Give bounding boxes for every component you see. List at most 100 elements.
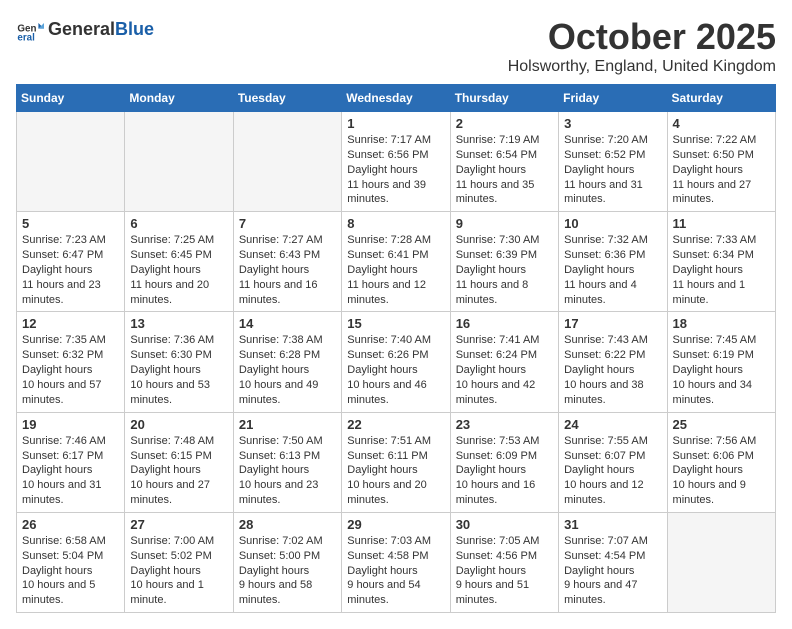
day-number: 22 xyxy=(347,417,444,432)
day-info: Sunrise: 7:36 AMSunset: 6:30 PMDaylight … xyxy=(130,333,227,407)
day-info: Sunrise: 7:38 AMSunset: 6:28 PMDaylight … xyxy=(239,333,336,407)
day-info: Sunrise: 7:30 AMSunset: 6:39 PMDaylight … xyxy=(456,233,553,307)
calendar-cell xyxy=(125,112,233,212)
weekday-header: Friday xyxy=(559,85,667,112)
calendar-week-row: 19 Sunrise: 7:46 AMSunset: 6:17 PMDayligh… xyxy=(17,412,776,512)
day-number: 31 xyxy=(564,517,661,532)
calendar-cell: 25 Sunrise: 7:56 AMSunset: 6:06 PMDayligh… xyxy=(667,412,775,512)
weekday-header: Wednesday xyxy=(342,85,450,112)
calendar-cell: 5 Sunrise: 7:23 AMSunset: 6:47 PMDaylight… xyxy=(17,212,125,312)
day-number: 20 xyxy=(130,417,227,432)
calendar-cell: 30 Sunrise: 7:05 AMSunset: 4:56 PMDayligh… xyxy=(450,512,558,612)
logo-icon: Gen eral xyxy=(16,16,44,44)
day-number: 4 xyxy=(673,116,770,131)
day-number: 12 xyxy=(22,316,119,331)
calendar-cell: 11 Sunrise: 7:33 AMSunset: 6:34 PMDayligh… xyxy=(667,212,775,312)
day-number: 24 xyxy=(564,417,661,432)
calendar-cell: 12 Sunrise: 7:35 AMSunset: 6:32 PMDayligh… xyxy=(17,312,125,412)
day-info: Sunrise: 7:22 AMSunset: 6:50 PMDaylight … xyxy=(673,133,770,207)
day-info: Sunrise: 7:43 AMSunset: 6:22 PMDaylight … xyxy=(564,333,661,407)
day-info: Sunrise: 7:50 AMSunset: 6:13 PMDaylight … xyxy=(239,434,336,508)
day-info: Sunrise: 7:32 AMSunset: 6:36 PMDaylight … xyxy=(564,233,661,307)
day-number: 14 xyxy=(239,316,336,331)
day-info: Sunrise: 7:40 AMSunset: 6:26 PMDaylight … xyxy=(347,333,444,407)
day-number: 23 xyxy=(456,417,553,432)
day-info: Sunrise: 7:07 AMSunset: 4:54 PMDaylight … xyxy=(564,534,661,608)
day-number: 5 xyxy=(22,216,119,231)
calendar-cell: 19 Sunrise: 7:46 AMSunset: 6:17 PMDayligh… xyxy=(17,412,125,512)
day-number: 21 xyxy=(239,417,336,432)
day-number: 8 xyxy=(347,216,444,231)
calendar-cell xyxy=(667,512,775,612)
calendar-cell: 29 Sunrise: 7:03 AMSunset: 4:58 PMDayligh… xyxy=(342,512,450,612)
day-number: 9 xyxy=(456,216,553,231)
weekday-header: Monday xyxy=(125,85,233,112)
calendar-cell: 3 Sunrise: 7:20 AMSunset: 6:52 PMDaylight… xyxy=(559,112,667,212)
day-info: Sunrise: 7:00 AMSunset: 5:02 PMDaylight … xyxy=(130,534,227,608)
calendar-cell: 20 Sunrise: 7:48 AMSunset: 6:15 PMDayligh… xyxy=(125,412,233,512)
calendar-week-row: 5 Sunrise: 7:23 AMSunset: 6:47 PMDaylight… xyxy=(17,212,776,312)
svg-text:eral: eral xyxy=(17,33,35,44)
day-number: 3 xyxy=(564,116,661,131)
calendar-cell: 27 Sunrise: 7:00 AMSunset: 5:02 PMDayligh… xyxy=(125,512,233,612)
day-number: 28 xyxy=(239,517,336,532)
day-info: Sunrise: 7:35 AMSunset: 6:32 PMDaylight … xyxy=(22,333,119,407)
weekday-header: Tuesday xyxy=(233,85,341,112)
day-info: Sunrise: 7:27 AMSunset: 6:43 PMDaylight … xyxy=(239,233,336,307)
calendar-cell xyxy=(17,112,125,212)
day-info: Sunrise: 7:56 AMSunset: 6:06 PMDaylight … xyxy=(673,434,770,508)
title-block: October 2025 Holsworthy, England, United… xyxy=(508,16,776,76)
day-number: 11 xyxy=(673,216,770,231)
logo: Gen eral GeneralBlue xyxy=(16,16,154,44)
day-info: Sunrise: 7:05 AMSunset: 4:56 PMDaylight … xyxy=(456,534,553,608)
day-number: 25 xyxy=(673,417,770,432)
calendar-cell xyxy=(233,112,341,212)
day-info: Sunrise: 7:23 AMSunset: 6:47 PMDaylight … xyxy=(22,233,119,307)
weekday-header-row: SundayMondayTuesdayWednesdayThursdayFrid… xyxy=(17,85,776,112)
day-info: Sunrise: 7:46 AMSunset: 6:17 PMDaylight … xyxy=(22,434,119,508)
day-info: Sunrise: 6:58 AMSunset: 5:04 PMDaylight … xyxy=(22,534,119,608)
day-number: 26 xyxy=(22,517,119,532)
day-number: 27 xyxy=(130,517,227,532)
calendar-cell: 16 Sunrise: 7:41 AMSunset: 6:24 PMDayligh… xyxy=(450,312,558,412)
day-info: Sunrise: 7:03 AMSunset: 4:58 PMDaylight … xyxy=(347,534,444,608)
day-number: 29 xyxy=(347,517,444,532)
day-number: 30 xyxy=(456,517,553,532)
location: Holsworthy, England, United Kingdom xyxy=(508,58,776,76)
calendar-cell: 23 Sunrise: 7:53 AMSunset: 6:09 PMDayligh… xyxy=(450,412,558,512)
day-number: 19 xyxy=(22,417,119,432)
calendar-table: SundayMondayTuesdayWednesdayThursdayFrid… xyxy=(16,84,776,613)
page-header: Gen eral GeneralBlue October 2025 Holswo… xyxy=(16,16,776,76)
calendar-cell: 24Sunrise: 7:55 AMSunset: 6:07 PMDayligh… xyxy=(559,412,667,512)
day-info: Sunrise: 7:53 AMSunset: 6:09 PMDaylight … xyxy=(456,434,553,508)
day-info: Sunrise: 7:19 AMSunset: 6:54 PMDaylight … xyxy=(456,133,553,207)
calendar-cell: 21 Sunrise: 7:50 AMSunset: 6:13 PMDayligh… xyxy=(233,412,341,512)
day-info: Sunrise: 7:20 AMSunset: 6:52 PMDaylight … xyxy=(564,133,661,207)
calendar-cell: 7Sunrise: 7:27 AMSunset: 6:43 PMDaylight… xyxy=(233,212,341,312)
weekday-header: Saturday xyxy=(667,85,775,112)
calendar-cell: 9 Sunrise: 7:30 AMSunset: 6:39 PMDaylight… xyxy=(450,212,558,312)
calendar-week-row: 26 Sunrise: 6:58 AMSunset: 5:04 PMDayligh… xyxy=(17,512,776,612)
day-info: Sunrise: 7:33 AMSunset: 6:34 PMDaylight … xyxy=(673,233,770,307)
day-info: Sunrise: 7:45 AMSunset: 6:19 PMDaylight … xyxy=(673,333,770,407)
day-number: 17 xyxy=(564,316,661,331)
day-info: Sunrise: 7:48 AMSunset: 6:15 PMDaylight … xyxy=(130,434,227,508)
logo-general-text: General xyxy=(48,19,115,39)
calendar-cell: 6Sunrise: 7:25 AMSunset: 6:45 PMDaylight… xyxy=(125,212,233,312)
logo-blue-text: Blue xyxy=(115,19,154,39)
day-number: 16 xyxy=(456,316,553,331)
day-info: Sunrise: 7:25 AMSunset: 6:45 PMDaylight … xyxy=(130,233,227,307)
calendar-cell: 1Sunrise: 7:17 AMSunset: 6:56 PMDaylight… xyxy=(342,112,450,212)
day-number: 10 xyxy=(564,216,661,231)
day-info: Sunrise: 7:41 AMSunset: 6:24 PMDaylight … xyxy=(456,333,553,407)
calendar-cell: 14 Sunrise: 7:38 AMSunset: 6:28 PMDayligh… xyxy=(233,312,341,412)
calendar-cell: 15Sunrise: 7:40 AMSunset: 6:26 PMDayligh… xyxy=(342,312,450,412)
calendar-cell: 17 Sunrise: 7:43 AMSunset: 6:22 PMDayligh… xyxy=(559,312,667,412)
month-title: October 2025 xyxy=(508,16,776,58)
day-info: Sunrise: 7:17 AMSunset: 6:56 PMDaylight … xyxy=(347,133,444,207)
day-info: Sunrise: 7:02 AMSunset: 5:00 PMDaylight … xyxy=(239,534,336,608)
calendar-cell: 4 Sunrise: 7:22 AMSunset: 6:50 PMDaylight… xyxy=(667,112,775,212)
calendar-week-row: 12 Sunrise: 7:35 AMSunset: 6:32 PMDayligh… xyxy=(17,312,776,412)
calendar-cell: 18Sunrise: 7:45 AMSunset: 6:19 PMDayligh… xyxy=(667,312,775,412)
calendar-cell: 28 Sunrise: 7:02 AMSunset: 5:00 PMDayligh… xyxy=(233,512,341,612)
